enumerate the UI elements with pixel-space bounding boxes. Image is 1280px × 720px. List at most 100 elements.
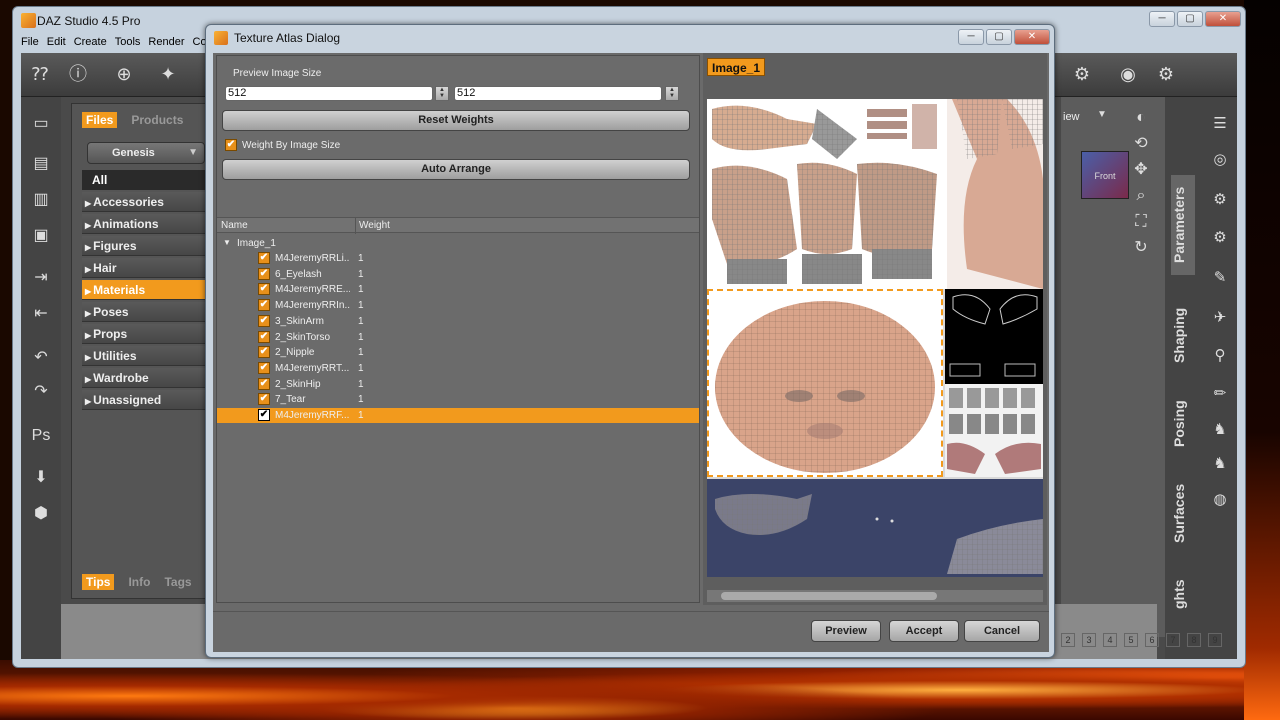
row-checkbox[interactable]: ✔	[258, 330, 270, 343]
scrollbar-thumb[interactable]	[721, 592, 937, 600]
figure-dropdown[interactable]: Genesis ▼	[87, 142, 205, 164]
joint-icon[interactable]: ⚲	[1209, 345, 1231, 367]
menu-render[interactable]: Render	[148, 36, 184, 52]
frame-number-button[interactable]: 9	[1208, 633, 1222, 647]
frame-number-button[interactable]: 8	[1187, 633, 1201, 647]
create-light-icon[interactable]: ✦	[157, 63, 179, 85]
row-checkbox[interactable]: ✔	[258, 252, 270, 264]
auto-arrange-button[interactable]: Auto Arrange	[222, 159, 690, 180]
reset-view-icon[interactable]: ↻	[1121, 235, 1161, 261]
preview-button[interactable]: Preview	[811, 620, 881, 642]
row-checkbox[interactable]: ✔	[258, 409, 270, 421]
save-icon[interactable]: ▣	[30, 225, 52, 247]
row-checkbox[interactable]: ✔	[258, 267, 270, 280]
table-row[interactable]: ✔ 2_SkinHip 1	[217, 377, 699, 392]
open-file-icon[interactable]: ▤	[30, 153, 52, 175]
close-icon[interactable]: ✕	[1014, 29, 1050, 45]
tab-posing[interactable]: Posing	[1171, 389, 1195, 459]
menu-create[interactable]: Create	[74, 36, 107, 52]
tool-settings-icon[interactable]: ⚙	[1209, 189, 1231, 211]
export-icon[interactable]: ⇤	[30, 303, 52, 325]
tree-root-row[interactable]: ▼ Image_1	[217, 236, 699, 251]
table-row[interactable]: ✔ M4JeremyRRLi... 1	[217, 251, 699, 266]
view-dropdown-icon[interactable]: ▼	[1097, 109, 1107, 120]
atlas-tile-torso[interactable]	[947, 99, 1043, 289]
pose-figure-icon[interactable]: ✈	[1209, 307, 1231, 329]
atlas-tile-mouth[interactable]	[945, 384, 1043, 477]
row-weight[interactable]: 1	[358, 316, 364, 327]
minimize-icon[interactable]: ─	[958, 29, 984, 45]
row-checkbox[interactable]: ✔	[258, 361, 270, 374]
frame-number-button[interactable]: 2	[1061, 633, 1075, 647]
content-icon[interactable]: ⬢	[30, 503, 52, 525]
row-weight[interactable]: 1	[358, 284, 364, 295]
zoom-icon[interactable]: ⌕	[1121, 183, 1161, 209]
cancel-button[interactable]: Cancel	[964, 620, 1040, 642]
row-weight[interactable]: 1	[358, 300, 364, 311]
preview-height-field[interactable]: 512	[454, 86, 662, 101]
menu-tools[interactable]: Tools	[115, 36, 141, 52]
viewport[interactable]: iew ▼ Front ◐ ⟲ ✥ ⌕ ⛶ ↻	[1061, 97, 1171, 637]
perspective-icon[interactable]: ◐	[1121, 105, 1161, 131]
create-camera-icon[interactable]: ⊕	[113, 63, 135, 85]
row-weight[interactable]: 1	[358, 269, 364, 280]
figure-a-icon[interactable]: ♞	[1209, 419, 1231, 441]
row-weight[interactable]: 1	[358, 379, 364, 390]
frame-number-button[interactable]: 6	[1145, 633, 1159, 647]
tab-shaping[interactable]: Shaping	[1171, 295, 1195, 375]
category-hair[interactable]: ▶ Hair	[82, 258, 207, 278]
close-icon[interactable]: ✕	[1205, 11, 1241, 27]
category-all[interactable]: All	[82, 170, 207, 190]
tab-lights[interactable]: ghts	[1171, 569, 1195, 619]
photoshop-bridge-icon[interactable]: Ps	[30, 425, 52, 447]
preview-horizontal-scrollbar[interactable]	[707, 590, 1043, 602]
image-tab[interactable]: Image_1	[707, 58, 766, 76]
smart-content-icon[interactable]: ◎	[1209, 149, 1231, 171]
tab-surfaces[interactable]: Surfaces	[1171, 473, 1195, 553]
table-row[interactable]: ✔ 7_Tear 1	[217, 392, 699, 407]
table-row[interactable]: ✔ M4JeremyRRE... 1	[217, 282, 699, 297]
pane-options-icon[interactable]: ☰	[1209, 113, 1231, 135]
row-weight[interactable]: 1	[358, 253, 364, 264]
row-checkbox[interactable]: ✔	[258, 346, 270, 359]
tab-products[interactable]: Products	[127, 112, 187, 128]
column-name[interactable]: Name	[221, 220, 248, 231]
category-animations[interactable]: ▶ Animations	[82, 214, 207, 234]
maximize-icon[interactable]: ▢	[1177, 11, 1203, 27]
import-icon[interactable]: ⬇	[30, 467, 52, 489]
tab-info[interactable]: Info	[128, 574, 150, 590]
row-checkbox[interactable]: ✔	[258, 393, 270, 406]
reset-weights-button[interactable]: Reset Weights	[222, 110, 690, 131]
menu-edit[interactable]: Edit	[47, 36, 66, 52]
atlas-tile-lower-body[interactable]	[707, 479, 1043, 577]
open-recent-icon[interactable]: ▥	[30, 189, 52, 211]
orbit-icon[interactable]: ⟲	[1121, 131, 1161, 157]
category-poses[interactable]: ▶ Poses	[82, 302, 207, 322]
frame-number-button[interactable]: 5	[1124, 633, 1138, 647]
table-row[interactable]: ✔ 6_Eyelash 1	[217, 267, 699, 282]
weight-by-size-checkbox[interactable]: ✔	[225, 139, 237, 151]
preview-width-field[interactable]: 512	[225, 86, 433, 101]
atlas-tile-eyelash[interactable]	[945, 289, 1043, 384]
frame-number-button[interactable]: 4	[1103, 633, 1117, 647]
category-figures[interactable]: ▶ Figures	[82, 236, 207, 256]
atlas-tile-limbs[interactable]	[707, 99, 947, 289]
table-row[interactable]: ✔ M4JeremyRRT... 1	[217, 361, 699, 376]
row-weight[interactable]: 1	[358, 410, 364, 421]
frame-number-button[interactable]: 3	[1082, 633, 1096, 647]
render-gear-icon[interactable]: ⚙	[1155, 63, 1177, 85]
accept-button[interactable]: Accept	[889, 620, 959, 642]
table-row[interactable]: ✔ 2_Nipple 1	[217, 345, 699, 360]
pan-icon[interactable]: ✥	[1121, 157, 1161, 183]
category-accessories[interactable]: ▶ Accessories	[82, 192, 207, 212]
category-materials[interactable]: ▶ Materials	[82, 280, 207, 300]
expand-triangle-icon[interactable]: ▼	[223, 238, 231, 247]
column-weight[interactable]: Weight	[359, 220, 390, 231]
undo-icon[interactable]: ↶	[30, 347, 52, 369]
minimize-icon[interactable]: ─	[1149, 11, 1175, 27]
row-weight[interactable]: 1	[358, 363, 364, 374]
world-icon[interactable]: ◍	[1209, 489, 1231, 511]
figure-b-icon[interactable]: ♞	[1209, 453, 1231, 475]
menu-file[interactable]: File	[21, 36, 39, 52]
render-icon[interactable]: ◉	[1117, 63, 1139, 85]
